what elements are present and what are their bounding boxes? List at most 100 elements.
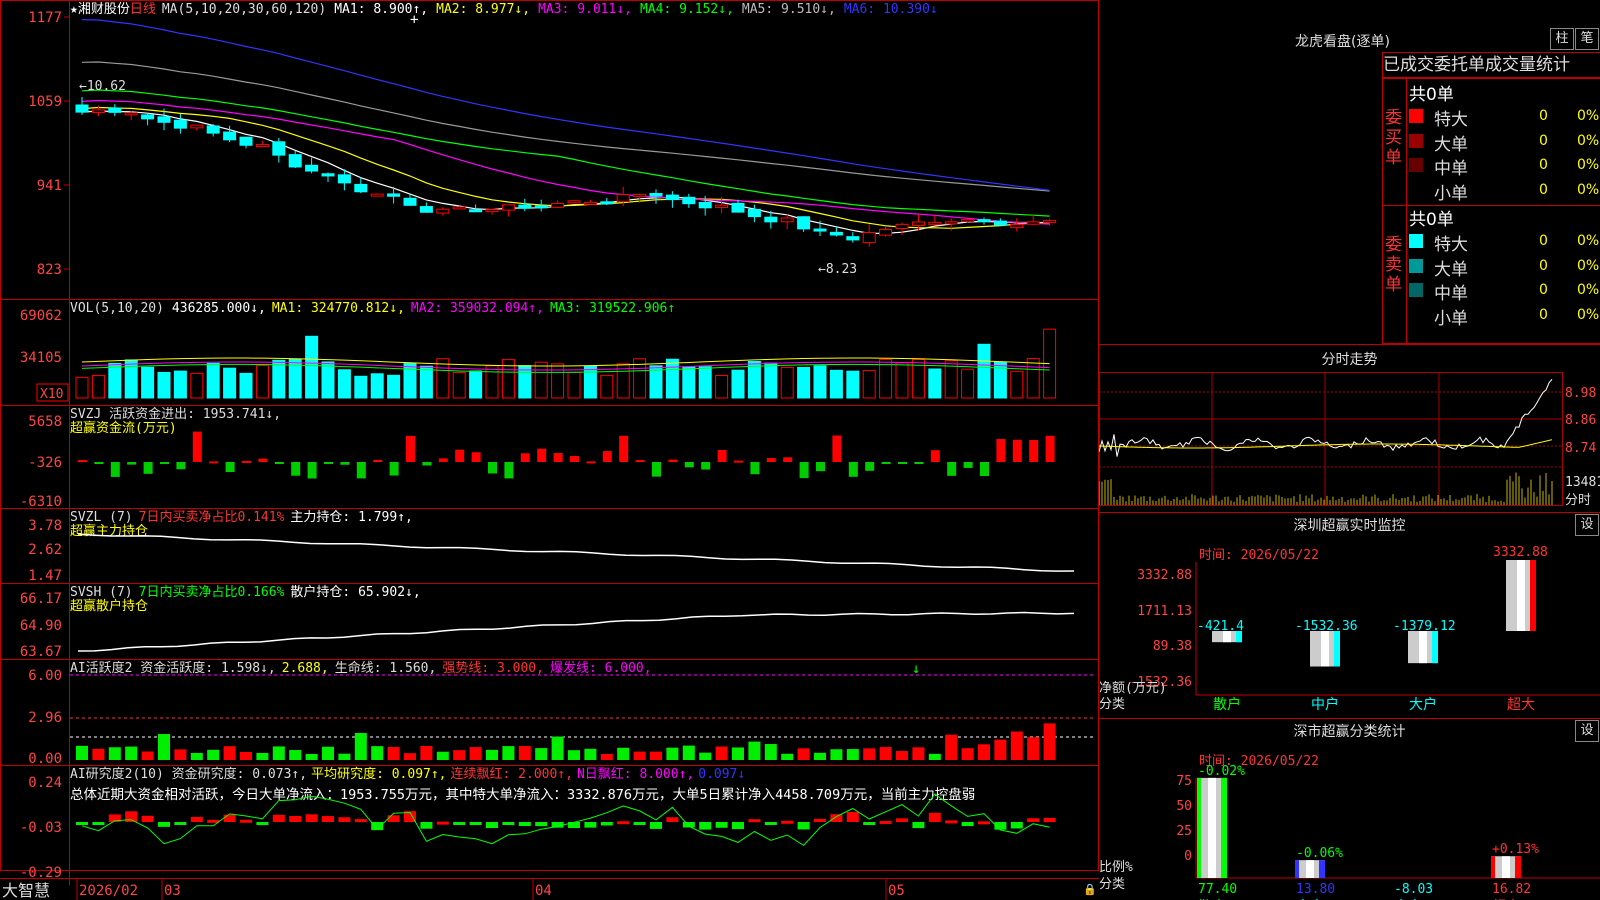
volume-bar bbox=[124, 359, 138, 399]
candle-body bbox=[665, 194, 679, 201]
activity-bar bbox=[272, 746, 285, 760]
fund-flow-bar bbox=[488, 462, 497, 474]
color-swatch bbox=[1409, 258, 1423, 273]
research-bar bbox=[650, 822, 662, 829]
research-bar bbox=[945, 820, 958, 824]
fund-flow-bar bbox=[799, 462, 809, 479]
sell-row: 特大 0 0% bbox=[1409, 230, 1600, 255]
research-bar bbox=[814, 818, 826, 822]
research-bar bbox=[600, 822, 613, 826]
fund-flow-bar bbox=[586, 461, 596, 464]
candlestick-chart[interactable] bbox=[75, 19, 1057, 248]
activity-bar bbox=[912, 747, 925, 760]
ratio-value: 77.40 bbox=[1198, 882, 1237, 897]
candle-body bbox=[583, 201, 597, 205]
intraday-chart[interactable]: 8.98 8.86 8.74 13481 分时 bbox=[1099, 372, 1600, 512]
sz-class-panel: 深市超赢分类统计 设 时间: 2026/05/22 75 50 25 0 比例%… bbox=[1099, 718, 1600, 900]
color-swatch bbox=[1409, 182, 1423, 197]
activity-bar bbox=[190, 752, 203, 760]
order-type: 大单 bbox=[1434, 259, 1468, 280]
order-count: 0 bbox=[1539, 282, 1548, 298]
intraday-panel[interactable]: 分时走势 8.98 8.86 8.74 13481 分时 bbox=[1099, 344, 1600, 513]
chart-area[interactable]: 1177 1059 941 823 ★湘财股份日线 MA(5,10,20,30,6… bbox=[0, 0, 1100, 900]
activity-bar bbox=[387, 746, 400, 760]
bar-edge bbox=[1197, 777, 1201, 878]
fund-flow-bar bbox=[520, 453, 530, 462]
candle-body bbox=[993, 220, 1007, 226]
volume-bar bbox=[895, 362, 909, 399]
bar-highlight bbox=[1517, 560, 1525, 631]
intraday-vol-tick: 13481 bbox=[1565, 475, 1600, 490]
candle-body bbox=[944, 221, 958, 225]
activity-bar bbox=[682, 745, 695, 760]
volume-bar bbox=[813, 365, 827, 399]
order-percent: 0% bbox=[1577, 257, 1600, 274]
svg-text:AI活跃度2 资金活跃度: 1.598↓,2.688,生命线: AI活跃度2 资金活跃度: 1.598↓, 2.688, 生命线: 1.560, 强势… bbox=[70, 660, 652, 676]
research-bar bbox=[76, 822, 88, 825]
fund-flow-bar bbox=[192, 431, 202, 462]
candle-body bbox=[895, 223, 909, 230]
activity-bar bbox=[764, 744, 777, 760]
activity-bar bbox=[715, 746, 728, 760]
class-y-tick: 75 bbox=[1176, 774, 1192, 789]
candle-body bbox=[813, 228, 827, 232]
activity-bar bbox=[666, 747, 679, 760]
fund-flow-bar bbox=[816, 462, 825, 472]
activity-bar bbox=[338, 753, 351, 760]
research-bar bbox=[436, 821, 449, 825]
candle-body bbox=[387, 193, 401, 197]
ratio-value: 16.82 bbox=[1492, 882, 1531, 897]
research-bar bbox=[190, 816, 203, 822]
order-stat-tabs[interactable]: 已成交委托单成交量统计 bbox=[1382, 52, 1600, 78]
candle-body bbox=[223, 131, 237, 141]
buy-row: 小单 0 0% bbox=[1409, 179, 1600, 204]
sell-order-label: 委卖单 bbox=[1385, 235, 1402, 295]
order-type: 特大 bbox=[1434, 110, 1468, 130]
fund-flow-bar bbox=[504, 462, 514, 479]
activity-bar bbox=[994, 739, 1007, 760]
order-type: 大单 bbox=[1434, 134, 1468, 155]
fund-flow-bar bbox=[324, 462, 333, 464]
volume-bar bbox=[567, 371, 581, 399]
activity-chart[interactable] bbox=[76, 723, 1056, 760]
research-bar bbox=[174, 822, 187, 825]
volume-bar bbox=[91, 374, 105, 399]
candle-body bbox=[977, 219, 991, 223]
color-swatch bbox=[1409, 109, 1423, 123]
color-swatch bbox=[1409, 234, 1423, 248]
order-percent: 0% bbox=[1577, 233, 1600, 249]
intraday-y-tick: 8.74 bbox=[1565, 441, 1596, 456]
candle-body bbox=[518, 204, 532, 209]
volume-bar bbox=[518, 365, 532, 399]
candle-body bbox=[239, 136, 253, 146]
candle-body bbox=[452, 206, 466, 210]
fund-flow-bar bbox=[832, 435, 842, 462]
candle-body bbox=[649, 192, 663, 197]
research-bar bbox=[453, 822, 466, 825]
buy-rows: 特大 0 0% 大单 0 0% 中单 0 0% 小单 0 0% bbox=[1409, 105, 1600, 204]
ai-active-y-tick: 0.00 bbox=[28, 751, 62, 767]
activity-bar bbox=[617, 747, 630, 760]
volume-bar bbox=[600, 374, 614, 399]
activity-bar bbox=[1043, 723, 1056, 760]
candle-body bbox=[616, 194, 630, 203]
candle-body bbox=[124, 112, 138, 116]
volume-chart[interactable] bbox=[75, 328, 1057, 399]
activity-bar bbox=[125, 746, 138, 760]
tick-view-button[interactable]: 笔 bbox=[1575, 28, 1599, 50]
svsh-subtitle: 超赢散户持仓 bbox=[70, 598, 148, 614]
bar-edge bbox=[1515, 856, 1521, 878]
activity-bar bbox=[174, 749, 187, 760]
volume-bar bbox=[551, 363, 565, 399]
vol-y-tick: 34105 bbox=[20, 350, 62, 366]
fund-flow-chart[interactable] bbox=[78, 431, 1055, 479]
net-amount-value: -421.4 bbox=[1197, 619, 1244, 634]
bar-view-button[interactable]: 柱 bbox=[1550, 28, 1574, 50]
monitor-time: 时间: 2026/05/22 bbox=[1199, 548, 1319, 563]
activity-bar bbox=[371, 746, 384, 760]
main-y-tick: 1177 bbox=[28, 10, 62, 26]
research-bar bbox=[846, 811, 859, 822]
buy-row: 特大 0 0% bbox=[1409, 105, 1600, 130]
fund-flow-bar bbox=[406, 435, 415, 462]
candle-body bbox=[1026, 221, 1040, 225]
